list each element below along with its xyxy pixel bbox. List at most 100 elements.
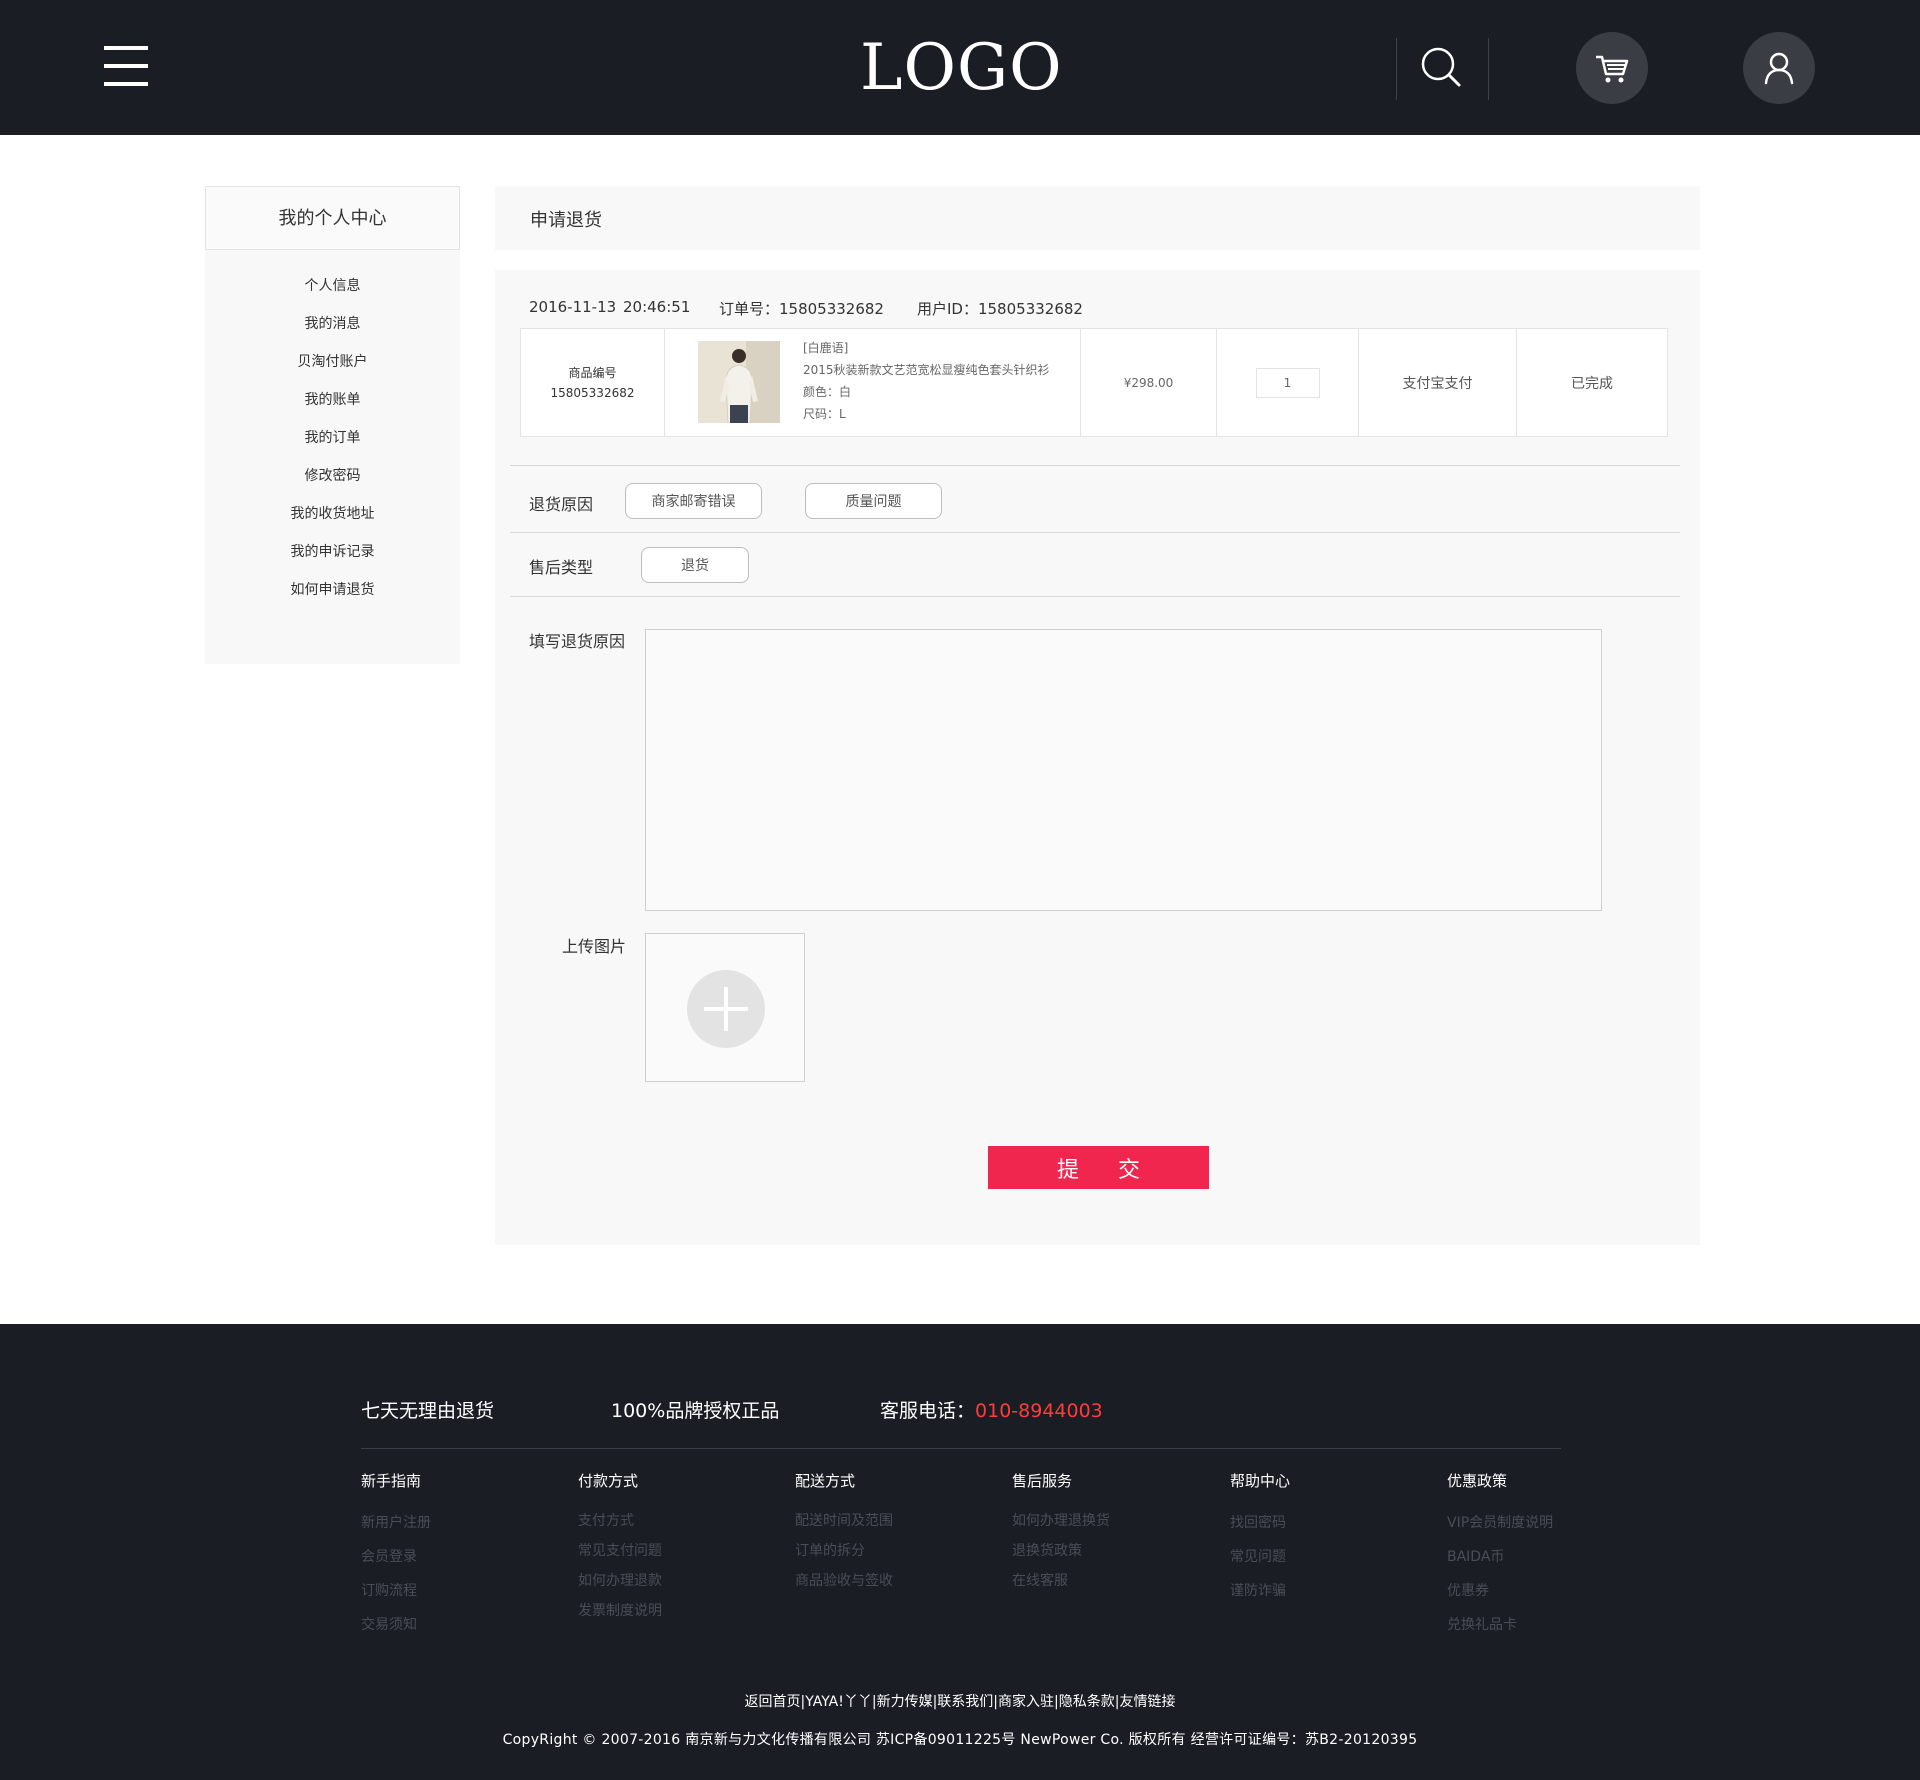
promise-authentic: 100%品牌授权正品 (611, 1400, 780, 1422)
footer-link[interactable]: 退换货政策 (1012, 1536, 1212, 1566)
footer-link[interactable]: 订购流程 (361, 1574, 561, 1608)
divider (1396, 38, 1397, 100)
footer-link[interactable]: 常见支付问题 (578, 1536, 778, 1566)
order-number: 订单号：15805332682 (719, 300, 884, 318)
footer-column-after-sales: 售后服务 如何办理退换货 退换货政策 在线客服 (1012, 1470, 1212, 1596)
footer-column-title: 新手指南 (361, 1472, 422, 1490)
footer-link[interactable]: 兑换礼品卡 (1447, 1608, 1647, 1642)
footer-link[interactable]: 新用户注册 (361, 1506, 561, 1540)
phone-number[interactable]: 010-8944003 (975, 1400, 1103, 1422)
order-time: 20:46:51 (623, 298, 691, 316)
divider (1488, 38, 1489, 100)
sku-cell: 商品编号 15805332682 (521, 329, 665, 436)
footer-link[interactable]: 订单的拆分 (795, 1536, 995, 1566)
footer-link[interactable]: 谨防诈骗 (1230, 1574, 1430, 1608)
footer-column-guide: 新手指南 新用户注册 会员登录 订购流程 交易须知 (361, 1470, 561, 1642)
sidebar-item-pay-account[interactable]: 贝淘付账户 (205, 343, 460, 381)
service-type-label: 售后类型 (529, 558, 594, 577)
quantity-field[interactable]: 1 (1255, 367, 1320, 398)
order-item-row: 商品编号 15805332682 [白鹿语] 2015秋装新款文艺范宽松显瘦纯色… (520, 328, 1668, 437)
sidebar-item-orders[interactable]: 我的订单 (205, 419, 460, 457)
footer-column-shipping: 配送方式 配送时间及范围 订单的拆分 商品验收与签收 (795, 1470, 995, 1596)
footer-link[interactable]: 支付方式 (578, 1506, 778, 1536)
product-name[interactable]: 2015秋装新款文艺范宽松显瘦纯色套头针织衫 (803, 359, 1050, 381)
footer-column-promotions: 优惠政策 VIP会员制度说明 BAIDA币 优惠券 兑换礼品卡 (1447, 1470, 1647, 1642)
status-cell: 已完成 (1517, 329, 1667, 436)
footer-link[interactable]: 会员登录 (361, 1540, 561, 1574)
footer-link[interactable]: 如何办理退换货 (1012, 1506, 1212, 1536)
sidebar-item-addresses[interactable]: 我的收货地址 (205, 495, 460, 533)
footer-link-merchant[interactable]: 商家入驻 (998, 1694, 1054, 1710)
footer-link[interactable]: 如何办理退款 (578, 1566, 778, 1596)
footer-link[interactable]: 找回密码 (1230, 1506, 1430, 1540)
footer-link[interactable]: 发票制度说明 (578, 1596, 778, 1626)
divider (510, 596, 1680, 597)
sidebar: 我的个人中心 个人信息 我的消息 贝淘付账户 我的账单 我的订单 修改密码 我的… (205, 186, 460, 664)
footer-link-yaya[interactable]: YAYA!丫丫 (805, 1694, 872, 1710)
product-color: 颜色：白 (803, 385, 852, 399)
payment-cell: 支付宝支付 (1359, 329, 1517, 436)
page-title: 申请退货 (530, 210, 602, 231)
submit-button[interactable]: 提 交 (988, 1146, 1209, 1189)
footer-link-privacy[interactable]: 隐私条款 (1059, 1694, 1115, 1710)
product-price: ¥298.00 (1123, 375, 1174, 390)
sidebar-item-how-to-return[interactable]: 如何申请退货 (205, 571, 460, 609)
sku-value: 15805332682 (550, 385, 635, 400)
service-type-return-option[interactable]: 退货 (641, 547, 749, 583)
cart-icon[interactable] (1576, 32, 1648, 104)
logo[interactable]: LOGO (860, 30, 1062, 106)
footer-column-title: 配送方式 (795, 1472, 856, 1490)
footer-bottom-links: 返回首页|YAYA!丫丫|新力传媒|联系我们|商家入驻|隐私条款|友情链接 (744, 1694, 1176, 1710)
product-brand: [白鹿语] (803, 341, 849, 355)
sidebar-item-messages[interactable]: 我的消息 (205, 305, 460, 343)
user-icon[interactable] (1743, 32, 1815, 104)
payment-method: 支付宝支付 (1402, 375, 1473, 392)
footer-link[interactable]: 交易须知 (361, 1608, 561, 1642)
sku-label: 商品编号 (568, 365, 617, 380)
footer-link[interactable]: VIP会员制度说明 (1447, 1506, 1647, 1540)
divider (510, 532, 1680, 533)
sidebar-menu: 个人信息 我的消息 贝淘付账户 我的账单 我的订单 修改密码 我的收货地址 我的… (205, 250, 460, 609)
phone-label: 客服电话： (880, 1400, 976, 1422)
sidebar-item-profile[interactable]: 个人信息 (205, 267, 460, 305)
footer-link[interactable]: 优惠券 (1447, 1574, 1647, 1608)
divider (510, 465, 1680, 466)
product-size: 尺码：L (803, 407, 846, 421)
sidebar-title: 我的个人中心 (205, 186, 460, 250)
upload-image-button[interactable] (645, 933, 805, 1082)
reason-textarea[interactable] (645, 629, 1602, 911)
divider (361, 1448, 1561, 1449)
footer-link[interactable]: 配送时间及范围 (795, 1506, 995, 1536)
price-cell: ¥298.00 (1081, 329, 1217, 436)
search-icon[interactable] (1420, 46, 1462, 88)
footer-link[interactable]: 在线客服 (1012, 1566, 1212, 1596)
plus-icon (687, 970, 765, 1048)
footer-link[interactable]: 商品验收与签收 (795, 1566, 995, 1596)
footer-link-media[interactable]: 新力传媒 (877, 1694, 933, 1710)
reason-option-wrong-shipment[interactable]: 商家邮寄错误 (625, 483, 762, 519)
footer-link-home[interactable]: 返回首页 (745, 1694, 801, 1710)
quantity-cell: 1 (1217, 329, 1359, 436)
top-header: LOGO (0, 0, 1920, 135)
return-form-panel: 2016-11-13 20:46:51 订单号：15805332682 用户ID… (495, 270, 1700, 1245)
menu-icon[interactable] (104, 46, 148, 86)
footer-link[interactable]: 常见问题 (1230, 1540, 1430, 1574)
sidebar-item-bills[interactable]: 我的账单 (205, 381, 460, 419)
footer-column-help: 帮助中心 找回密码 常见问题 谨防诈骗 (1230, 1470, 1430, 1608)
return-reason-label: 退货原因 (529, 495, 594, 514)
footer-link-contact[interactable]: 联系我们 (937, 1694, 993, 1710)
reason-option-quality-issue[interactable]: 质量问题 (805, 483, 942, 519)
product-thumbnail[interactable] (698, 341, 780, 423)
footer-link[interactable]: BAIDA币 (1447, 1540, 1647, 1574)
product-cell: [白鹿语] 2015秋装新款文艺范宽松显瘦纯色套头针织衫 颜色：白 尺码：L (665, 329, 1081, 436)
order-date: 2016-11-13 (529, 298, 617, 316)
page-title-bar: 申请退货 (495, 186, 1700, 250)
sidebar-item-complaints[interactable]: 我的申诉记录 (205, 533, 460, 571)
sidebar-item-change-password[interactable]: 修改密码 (205, 457, 460, 495)
customer-service: 客服电话：010-8944003 (880, 1396, 1103, 1423)
reason-text-label: 填写退货原因 (529, 632, 626, 651)
footer-link-friends[interactable]: 友情链接 (1119, 1694, 1175, 1710)
order-status: 已完成 (1571, 375, 1613, 392)
user-id: 用户ID：15805332682 (917, 300, 1083, 318)
footer-column-payment: 付款方式 支付方式 常见支付问题 如何办理退款 发票制度说明 (578, 1470, 778, 1626)
